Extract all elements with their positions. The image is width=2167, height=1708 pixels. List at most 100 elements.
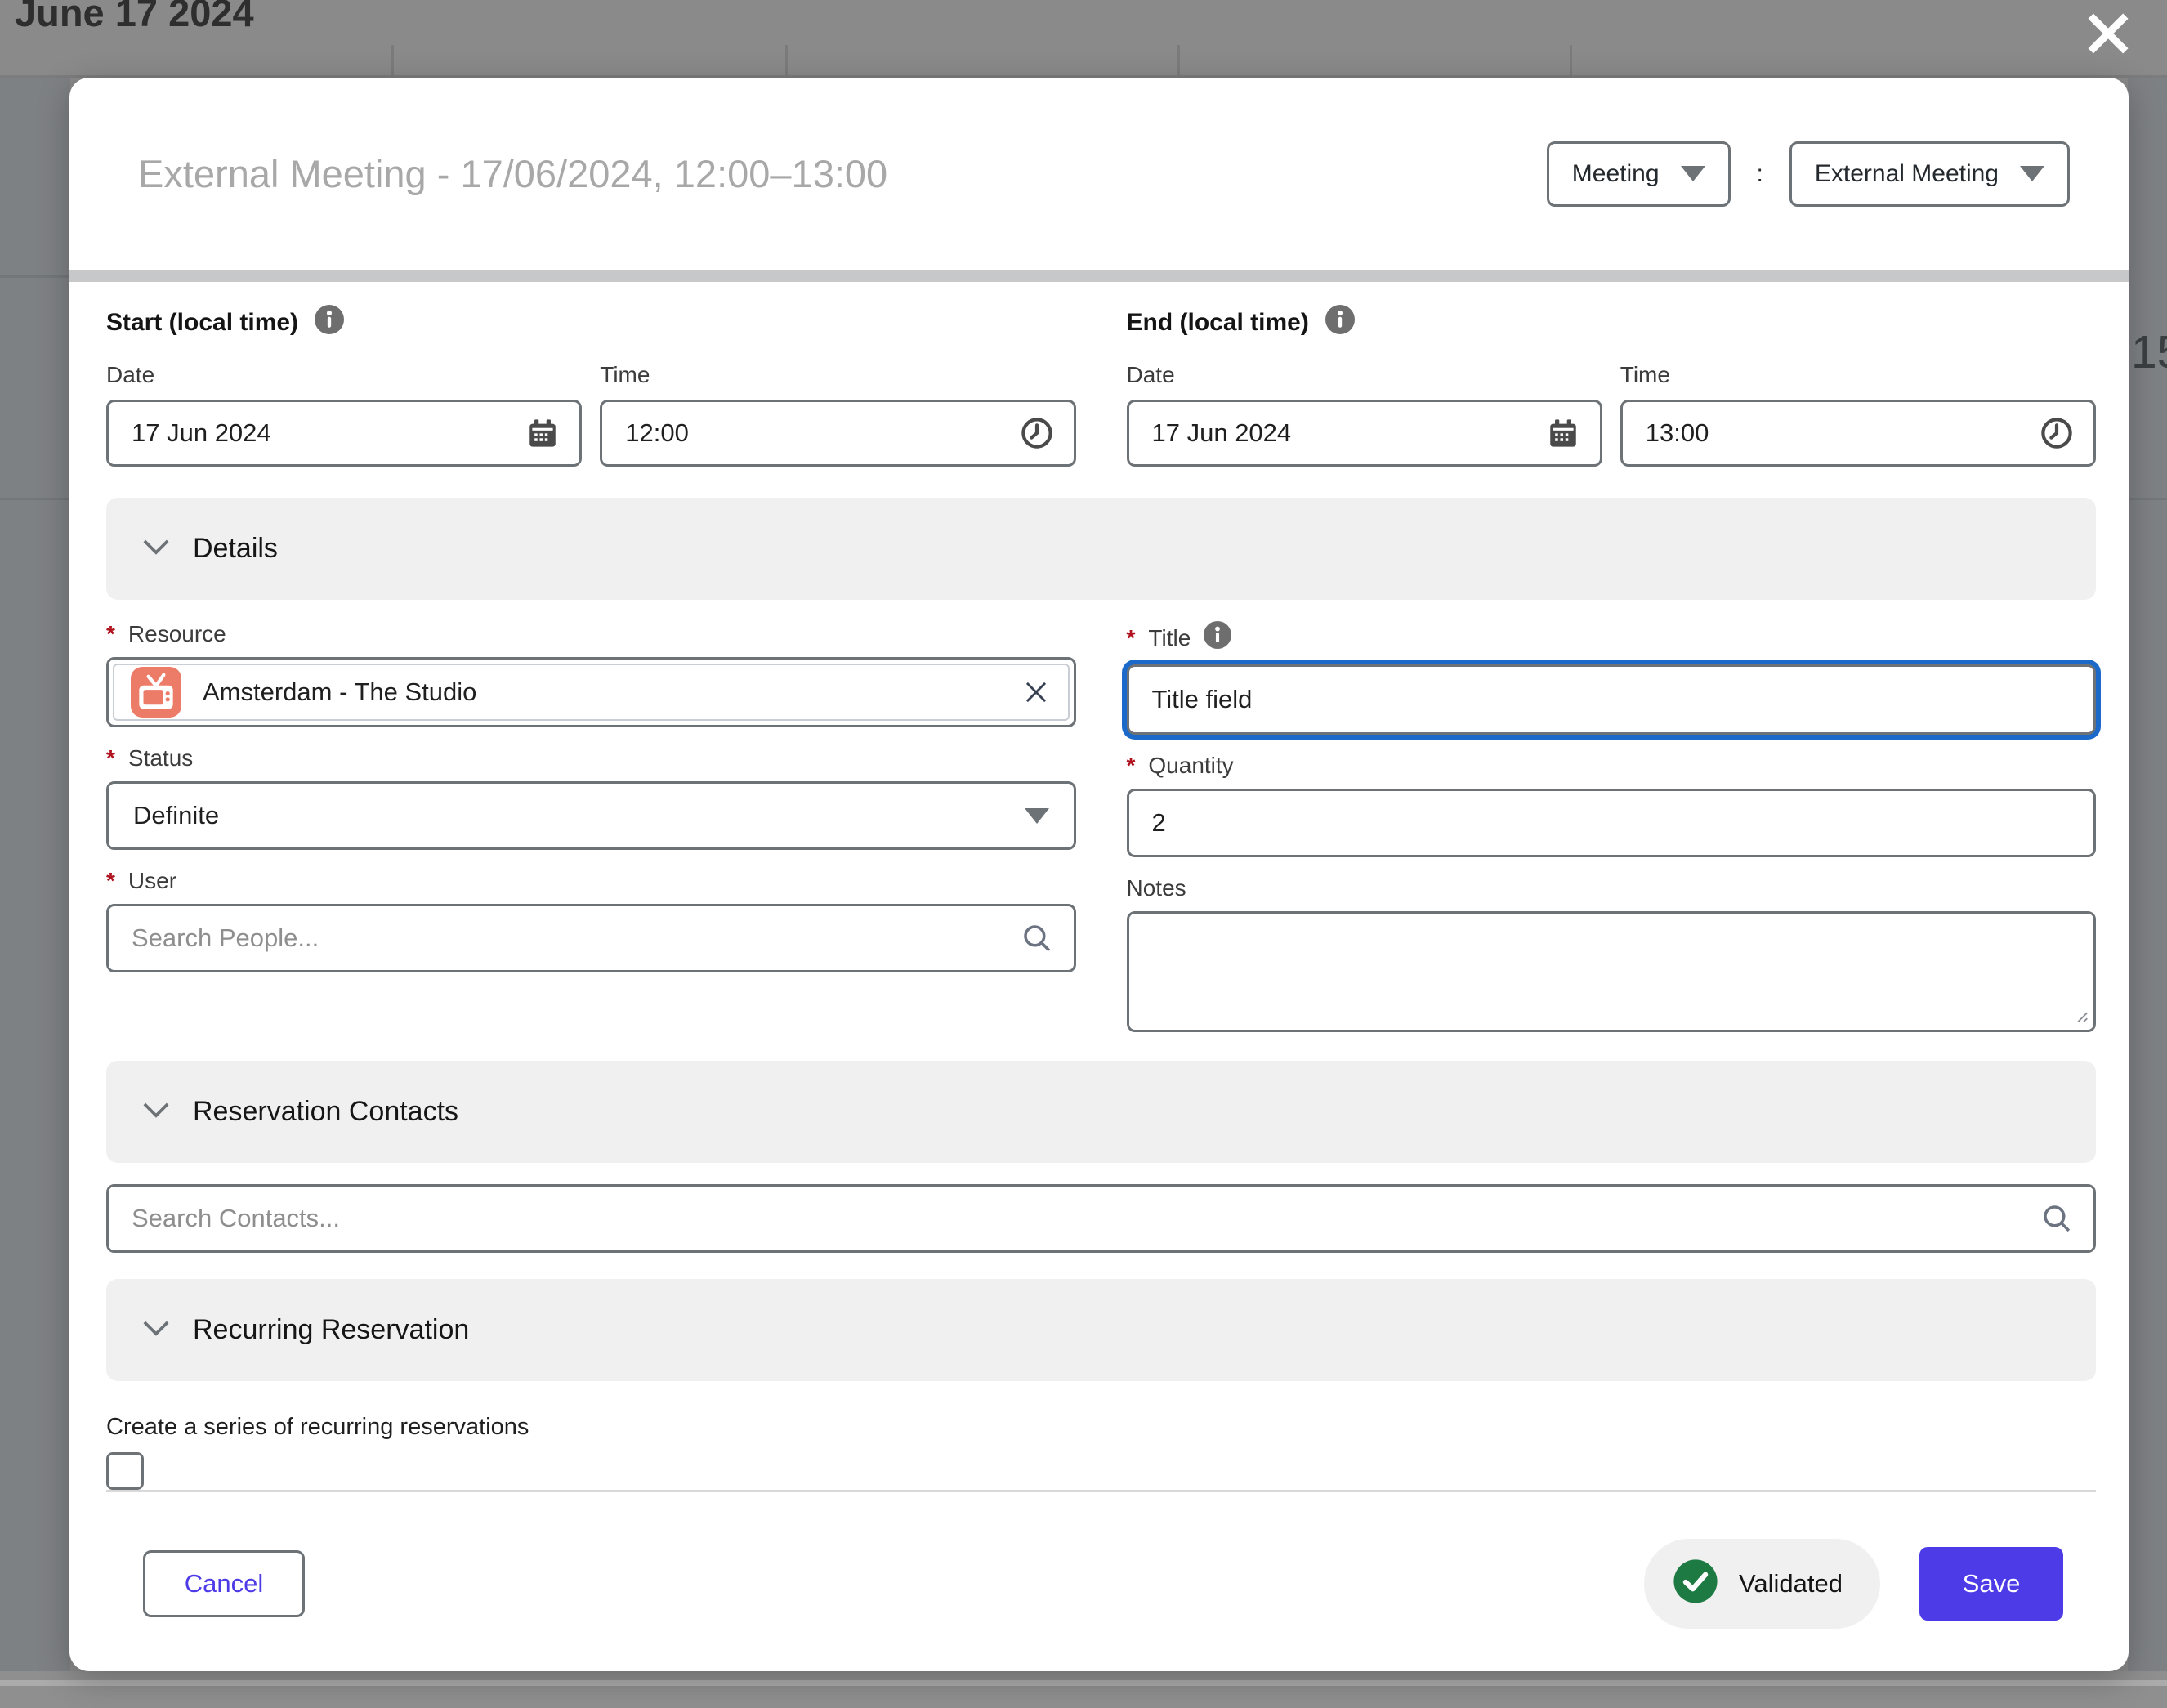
calendar-gridline: [1570, 45, 1572, 78]
calendar-gridline: [0, 1680, 2167, 1686]
chevron-down-icon: [2020, 166, 2044, 181]
start-date-label: Date: [106, 362, 582, 388]
required-marker: *: [106, 868, 115, 894]
info-icon: [315, 305, 344, 341]
section-contacts[interactable]: Reservation Contacts: [106, 1061, 2096, 1163]
end-date-input[interactable]: [1152, 418, 1533, 448]
calendar-gridline: [2128, 498, 2167, 500]
end-label: End (local time): [1127, 309, 1309, 337]
end-time-label: Time: [1620, 362, 2096, 388]
status-select[interactable]: Definite: [106, 781, 1076, 850]
close-icon: [2075, 7, 2141, 60]
resource-label: Resource: [128, 621, 226, 647]
required-marker: *: [106, 621, 115, 647]
close-button[interactable]: [2075, 0, 2141, 62]
details-fields: * Resource Amsterdam - The Studio: [106, 600, 2096, 1036]
status-label: Status: [128, 745, 193, 771]
section-recurring-title: Recurring Reservation: [193, 1314, 469, 1346]
section-contacts-title: Reservation Contacts: [193, 1096, 458, 1128]
clock-icon[interactable]: [2040, 416, 2074, 450]
save-button[interactable]: Save: [1919, 1547, 2063, 1621]
info-icon: [1204, 621, 1231, 655]
required-marker: *: [106, 745, 115, 771]
calendar-gridline: [391, 45, 394, 78]
search-icon[interactable]: [1020, 921, 1054, 955]
resource-tv-icon: [131, 667, 181, 718]
chevron-down-icon: [142, 1101, 170, 1123]
start-time-input[interactable]: [625, 418, 1006, 448]
section-details-title: Details: [193, 533, 278, 565]
calendar-gridline: [0, 275, 70, 278]
user-search-field[interactable]: [106, 904, 1076, 972]
search-icon[interactable]: [2040, 1201, 2074, 1236]
modal-footer: Cancel Validated Save: [106, 1490, 2096, 1671]
user-search-input[interactable]: [132, 923, 1007, 953]
calendar-left-strip: [0, 78, 70, 1708]
subtype-dropdown[interactable]: External Meeting: [1789, 141, 2070, 207]
chevron-down-icon: [1025, 808, 1049, 824]
reservation-title-display: External Meeting - 17/06/2024, 12:00–13:…: [138, 151, 887, 196]
calendar-gridline: [0, 498, 70, 500]
calendar-right-strip: [2128, 78, 2167, 1708]
section-details[interactable]: Details: [106, 498, 2096, 600]
quantity-field[interactable]: [1127, 789, 2097, 857]
calendar-topbar: June 17 2024: [0, 0, 2167, 78]
contacts-search-input[interactable]: [132, 1204, 2026, 1233]
notes-textarea[interactable]: [1127, 911, 2097, 1032]
start-label: Start (local time): [106, 309, 298, 337]
start-group: Start (local time) Date: [106, 305, 1076, 467]
end-group: End (local time) Date: [1127, 305, 2097, 467]
end-date-field[interactable]: [1127, 400, 1602, 467]
calendar-date-header: June 17 2024: [15, 0, 254, 35]
start-date-input[interactable]: [132, 418, 512, 448]
recurring-checkbox-label: Create a series of recurring reservation…: [106, 1414, 2096, 1441]
end-time-input[interactable]: [1646, 418, 2026, 448]
required-marker: *: [1127, 625, 1136, 651]
notes-label: Notes: [1127, 875, 1186, 901]
required-marker: *: [1127, 753, 1136, 779]
resource-value: Amsterdam - The Studio: [203, 677, 986, 707]
end-date-label: Date: [1127, 362, 1602, 388]
user-label: User: [128, 868, 176, 894]
start-time-label: Time: [600, 362, 1075, 388]
type-controls: Meeting : External Meeting: [1547, 141, 2070, 207]
category-dropdown[interactable]: Meeting: [1547, 141, 1731, 207]
status-value: Definite: [133, 801, 219, 830]
datetime-row: Start (local time) Date: [106, 305, 2096, 467]
calendar-icon[interactable]: [1546, 416, 1580, 450]
clock-icon[interactable]: [1020, 416, 1054, 450]
section-recurring[interactable]: Recurring Reservation: [106, 1279, 2096, 1381]
header-divider: [69, 270, 2129, 282]
start-time-field[interactable]: [600, 400, 1075, 467]
chevron-down-icon: [1681, 166, 1705, 181]
cancel-button[interactable]: Cancel: [143, 1550, 305, 1617]
calendar-gridline: [785, 45, 788, 78]
title-field[interactable]: [1127, 664, 2097, 735]
info-icon: [1325, 305, 1355, 341]
calendar-bottom-strip: [0, 1671, 2167, 1708]
category-dropdown-label: Meeting: [1572, 160, 1660, 188]
calendar-icon[interactable]: [525, 416, 560, 450]
resource-field[interactable]: Amsterdam - The Studio: [106, 657, 1076, 727]
modal-header: External Meeting - 17/06/2024, 12:00–13:…: [69, 78, 2129, 270]
end-time-field[interactable]: [1620, 400, 2096, 467]
recurring-checkbox[interactable]: [106, 1452, 144, 1490]
subtype-dropdown-label: External Meeting: [1815, 160, 1999, 188]
validated-badge: Validated: [1644, 1539, 1880, 1629]
title-label: Title: [1148, 625, 1191, 651]
chevron-down-icon: [142, 1319, 170, 1341]
validated-text: Validated: [1739, 1569, 1843, 1598]
clear-resource-icon[interactable]: [1021, 677, 1052, 708]
quantity-label: Quantity: [1148, 753, 1233, 779]
check-circle-icon: [1672, 1558, 1719, 1609]
start-date-field[interactable]: [106, 400, 582, 467]
title-input[interactable]: [1152, 685, 2075, 714]
calendar-day-number: 15: [2131, 325, 2167, 379]
reservation-modal: External Meeting - 17/06/2024, 12:00–13:…: [69, 78, 2129, 1671]
quantity-input[interactable]: [1152, 808, 2075, 838]
calendar-gridline: [1177, 45, 1180, 78]
type-separator: :: [1757, 160, 1763, 188]
contacts-search-field[interactable]: [106, 1184, 2096, 1253]
modal-body: Start (local time) Date: [69, 282, 2129, 1671]
chevron-down-icon: [142, 538, 170, 560]
